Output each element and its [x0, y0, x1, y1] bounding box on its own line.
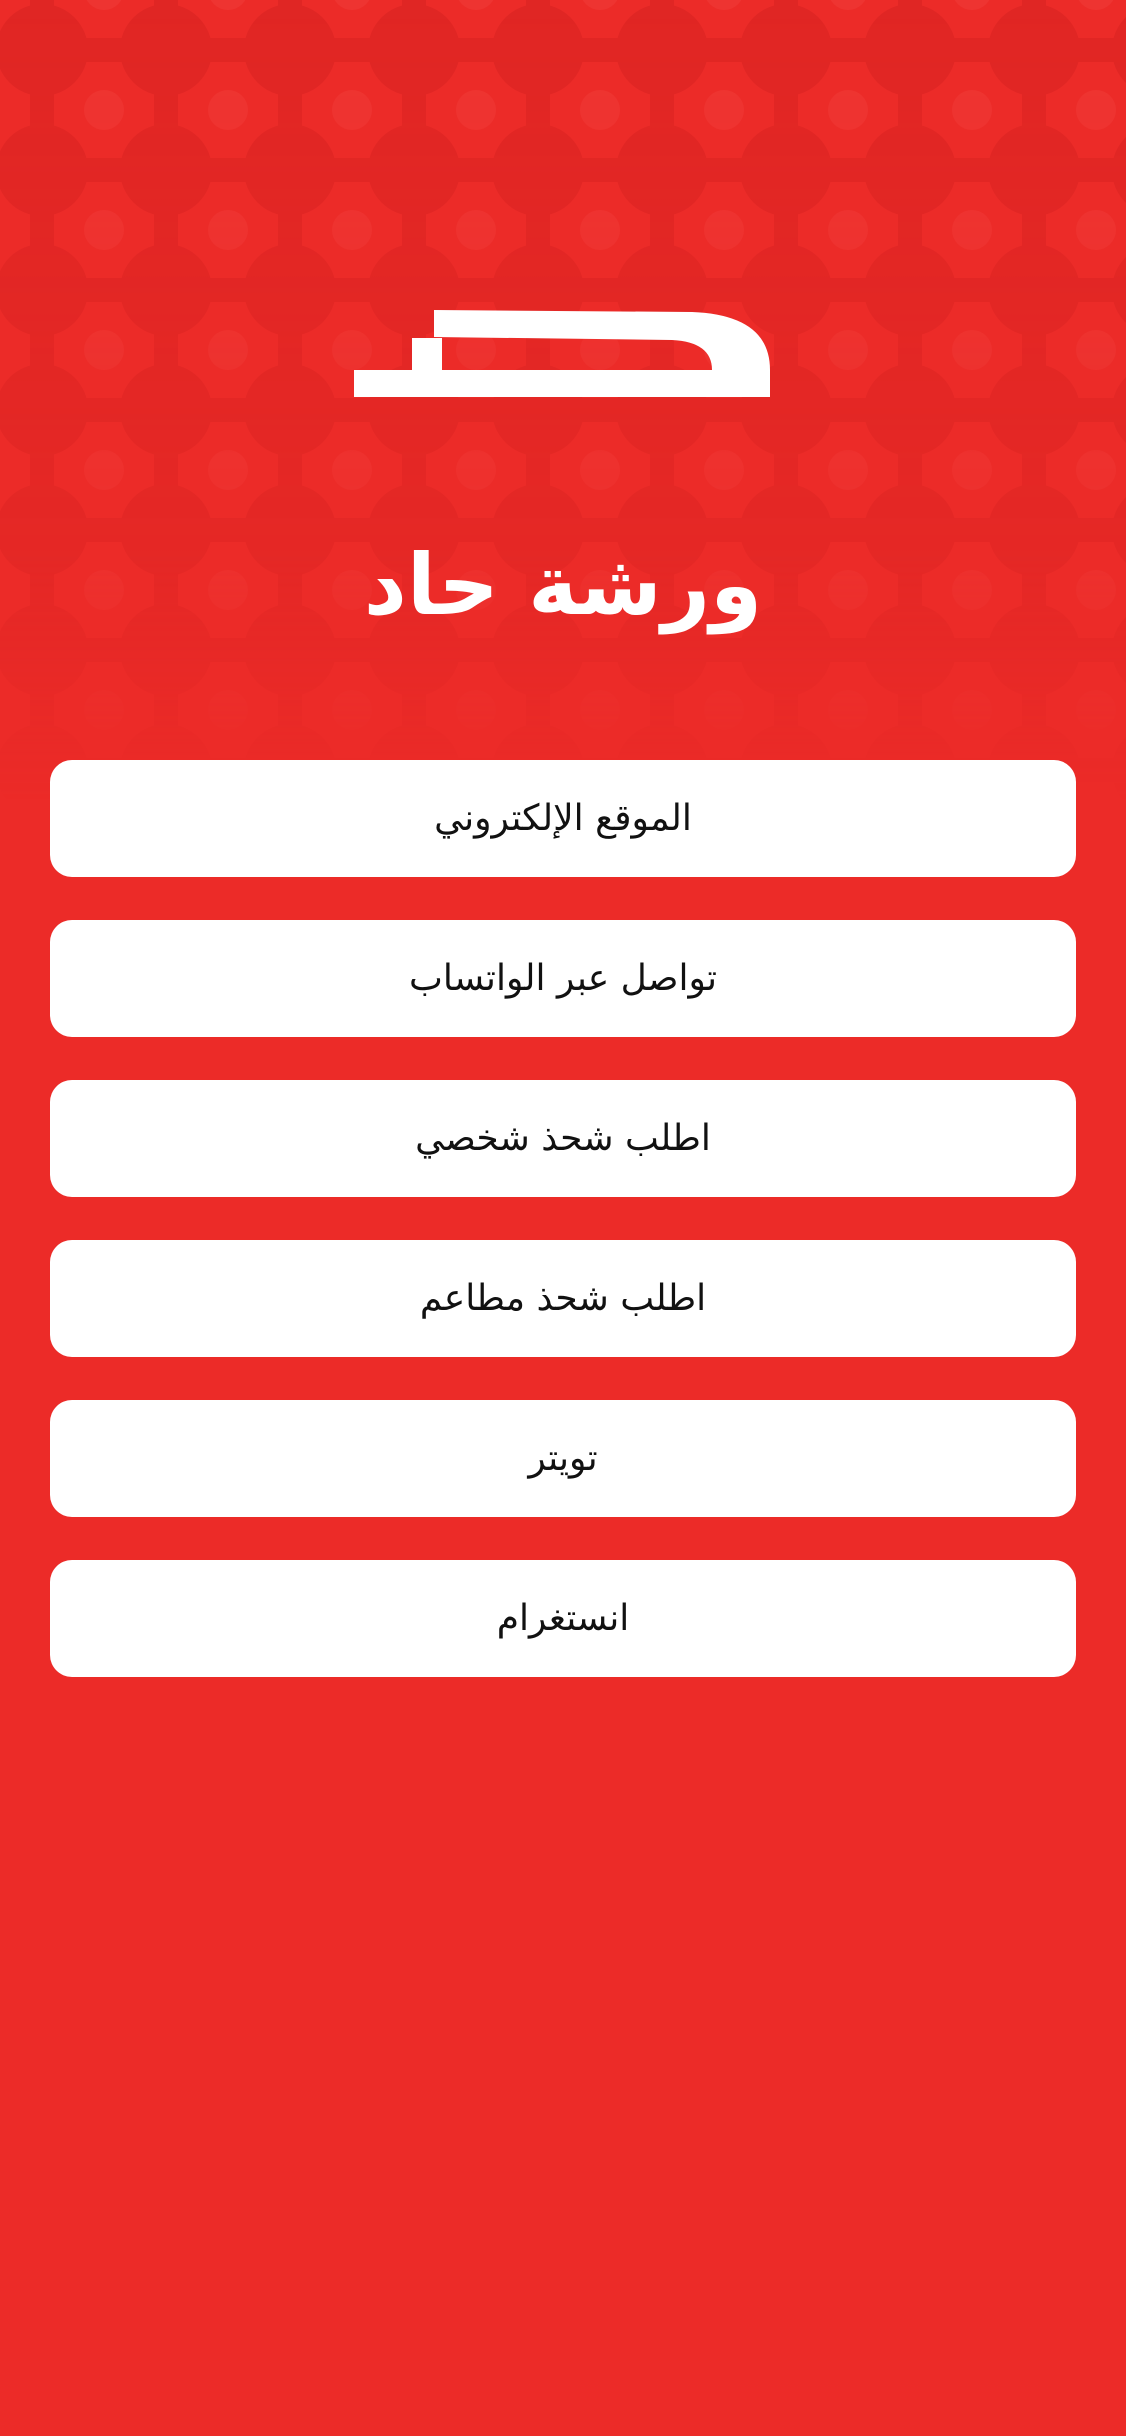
restaurant-sharpening-button[interactable]: اطلب شحذ مطاعم [50, 1240, 1076, 1357]
instagram-button[interactable]: انستغرام [50, 1560, 1076, 1677]
website-button[interactable]: الموقع الإلكتروني [50, 760, 1076, 877]
twitter-button[interactable]: تويتر [50, 1400, 1076, 1517]
app-screen: ورشة حاد الموقع الإلكتروني تواصل عبر الو… [0, 0, 1126, 2436]
page-title: ورشة حاد [363, 536, 763, 634]
haad-logo-icon [354, 310, 770, 397]
background-pattern [0, 0, 1126, 800]
links-list: الموقع الإلكتروني تواصل عبر الواتساب اطل… [50, 760, 1076, 1720]
whatsapp-button[interactable]: تواصل عبر الواتساب [50, 920, 1076, 1037]
personal-sharpening-button[interactable]: اطلب شحذ شخصي [50, 1080, 1076, 1197]
